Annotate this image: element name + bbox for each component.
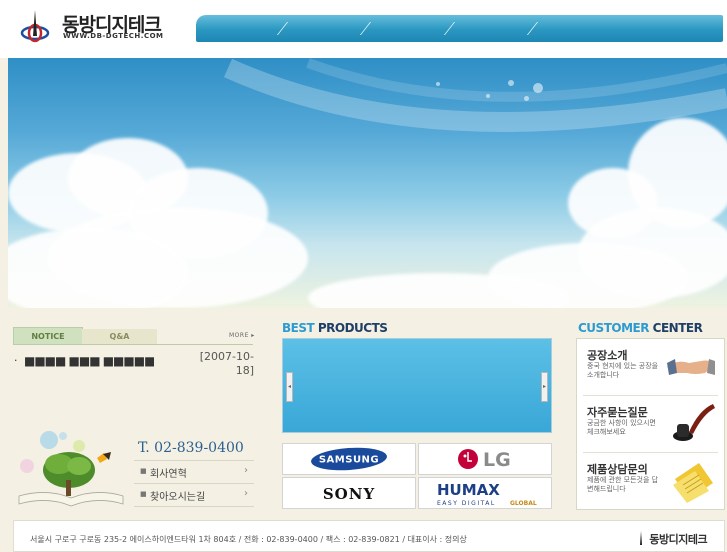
sony-label: SONY — [323, 485, 375, 503]
notice-bullet-icon: · — [14, 354, 18, 367]
tab-notice[interactable]: NOTICE — [13, 327, 83, 345]
slider-prev-button[interactable]: ◂ — [286, 372, 293, 402]
inkwell-quill-icon — [673, 404, 715, 441]
samsung-logo: SAMSUNG — [311, 447, 387, 471]
notice-item-date: [2007-10-18] — [199, 350, 254, 377]
cc-item-title: 자주묻는질문 — [587, 406, 648, 419]
cc-item-title: 공장소개 — [587, 349, 628, 362]
humax-label: HUMAX — [437, 481, 500, 499]
link-label: 회사연혁 — [150, 469, 187, 480]
more-link[interactable]: MORE ▸ — [229, 332, 255, 339]
lg-label: LG — [483, 449, 511, 471]
cc-item-desc: 궁금한 사항이 있으시면 체크해보세요 — [587, 419, 656, 436]
cc-item-title: 제품상담문의 — [587, 463, 648, 476]
bullet-icon: ■ — [140, 490, 147, 498]
notice-item-title[interactable]: ■■■■ ■■■ ■■■■■■ — [24, 354, 154, 368]
brand-humax[interactable]: HUMAX EASY DIGITAL GLOBAL — [418, 477, 552, 509]
best-products-title-a: BEST — [282, 321, 315, 335]
link-directions[interactable]: ■ 찾아오시는길 › — [134, 483, 254, 507]
footer: 서울시 구로구 구로동 235-2 에이스하이엔드타워 1차 804호 / 전화… — [13, 520, 725, 552]
customer-center-title-a: CUSTOMER — [578, 321, 649, 335]
brand-sony[interactable]: SONY — [282, 477, 416, 509]
cc-item-faq[interactable]: 자주묻는질문 궁금한 사항이 있으시면 체크해보세요 — [577, 396, 724, 452]
chevron-right-icon: › — [244, 488, 248, 499]
brand-samsung[interactable]: SAMSUNG — [282, 443, 416, 475]
lg-logo: LG — [458, 449, 511, 471]
hero-sky-banner — [8, 58, 727, 308]
footer-address: 서울시 구로구 구로동 235-2 에이스하이엔드타워 1차 804호 / 전화… — [30, 535, 467, 544]
notice-divider — [13, 344, 253, 345]
main-navigation[interactable] — [196, 15, 723, 42]
logo-emblem-icon — [20, 10, 50, 43]
cc-item-factory[interactable]: 공장소개 중국 현지에 있는 공장을 소개합니다 — [577, 339, 724, 395]
nav-separator — [526, 22, 539, 35]
documents-icon — [673, 463, 713, 503]
cc-item-desc: 중국 현지에 있는 공장을 소개합니다 — [587, 362, 659, 379]
customer-center-panel: 공장소개 중국 현지에 있는 공장을 소개합니다 자주묻는질문 궁금한 사항이 … — [576, 338, 725, 510]
customer-center-title-b: CENTER — [652, 321, 703, 335]
nav-separator — [443, 22, 456, 35]
tree-book-illustration — [13, 430, 133, 510]
bullet-icon: ■ — [140, 467, 147, 475]
cc-item-inquiry[interactable]: 제품상담문의 제품에 관한 모든것을 답변해드립니다 — [577, 453, 724, 509]
handshake-icon — [667, 359, 715, 375]
product-slider: ◂ ▸ — [282, 338, 552, 433]
customer-center-title: CUSTOMER CENTER — [578, 321, 703, 335]
humax-global: GLOBAL — [510, 500, 537, 507]
link-label: 찾아오시는길 — [150, 492, 206, 503]
phone-number: T. 02-839-0400 — [138, 440, 244, 456]
sony-logo: SONY — [323, 485, 375, 503]
cc-item-desc: 제품에 관한 모든것을 답변해드립니다 — [587, 476, 659, 493]
footer-logo-text: 동방디지테크 — [649, 533, 708, 546]
link-company-history[interactable]: ■ 회사연혁 › — [134, 460, 254, 484]
chevron-right-icon: › — [244, 465, 248, 476]
slider-next-button[interactable]: ▸ — [541, 372, 548, 402]
humax-logo: HUMAX EASY DIGITAL GLOBAL — [437, 481, 537, 507]
nav-separator — [359, 22, 372, 35]
tab-qa[interactable]: Q&A — [82, 329, 157, 344]
best-products-title-b: PRODUCTS — [317, 321, 388, 335]
brand-lg[interactable]: LG — [418, 443, 552, 475]
company-url: WWW.DB-DGTECH.COM — [63, 32, 164, 40]
humax-tagline: EASY DIGITAL — [437, 500, 496, 507]
logo-emblem-icon — [640, 531, 642, 545]
samsung-label: SAMSUNG — [319, 455, 379, 466]
nav-separator — [276, 22, 289, 35]
best-products-title: BEST PRODUCTS — [282, 321, 388, 335]
